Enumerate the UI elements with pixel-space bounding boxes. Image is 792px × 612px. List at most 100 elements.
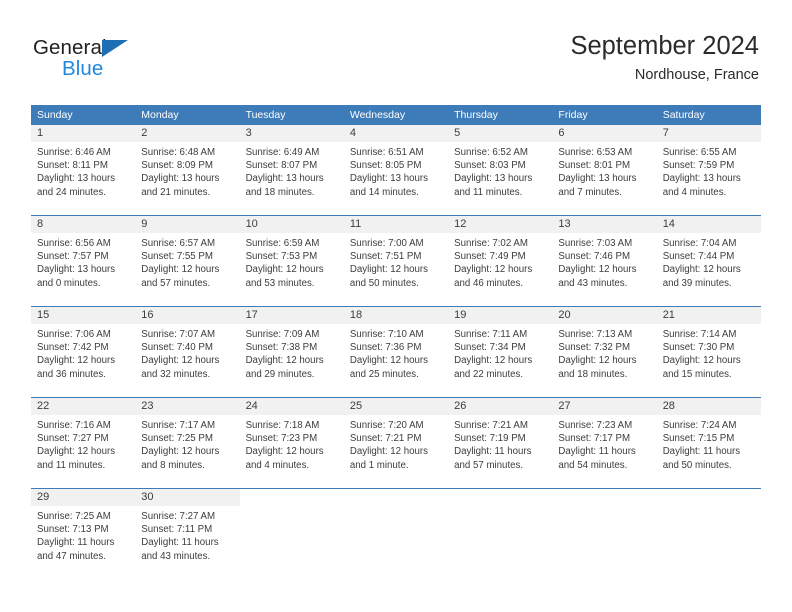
day-details — [657, 506, 761, 510]
calendar-day-cell[interactable]: 1 Sunrise: 6:46 AM Sunset: 8:11 PM Daylight… — [31, 125, 136, 215]
calendar-day-cell[interactable]: 5 Sunrise: 6:52 AM Sunset: 8:03 PM Daylight… — [448, 125, 553, 215]
daylight-text-line1: Daylight: 13 hours — [141, 173, 220, 185]
day-details: Sunrise: 7:11 AM Sunset: 7:34 PM Daylight:… — [448, 324, 552, 381]
calendar-week-row: 8 Sunrise: 6:56 AM Sunset: 7:57 PM Daylight… — [31, 215, 761, 306]
sunrise-text: Sunrise: 6:53 AM — [558, 147, 633, 158]
day-number-band: 7 — [656, 125, 761, 142]
sunset-text: Sunset: 7:17 PM — [558, 433, 631, 445]
calendar-day-cell[interactable]: 2 Sunrise: 6:48 AM Sunset: 8:09 PM Daylight… — [135, 125, 240, 215]
calendar-day-cell[interactable]: 4 Sunrise: 6:51 AM Sunset: 8:05 PM Daylight… — [343, 125, 449, 215]
calendar-day-cell[interactable]: 16 Sunrise: 7:07 AM Sunset: 7:40 PM Dayligh… — [135, 307, 240, 397]
daylight-text-line2: and 14 minutes. — [349, 186, 419, 198]
day-details: Sunrise: 7:14 AM Sunset: 7:30 PM Daylight:… — [657, 324, 761, 381]
daylight-text-line2: and 50 minutes. — [662, 459, 732, 471]
calendar-day-cell[interactable]: 24 Sunrise: 7:18 AM Sunset: 7:23 PM Dayligh… — [239, 398, 344, 488]
day-number: 16 — [141, 309, 154, 321]
daylight-text-line1: Daylight: 13 hours — [37, 264, 116, 276]
daylight-text-line2: and 46 minutes. — [454, 277, 524, 289]
day-number: 29 — [37, 491, 50, 503]
day-number: 12 — [454, 218, 467, 230]
daylight-text-line2: and 24 minutes. — [37, 186, 106, 198]
daylight-text-line1: Daylight: 12 hours — [662, 264, 741, 276]
daylight-text-line1: Daylight: 13 hours — [454, 173, 533, 185]
daylight-text-line1: Daylight: 13 hours — [662, 173, 741, 185]
logo-triangle-icon — [102, 40, 128, 57]
calendar-day-cell[interactable]: 12 Sunrise: 7:02 AM Sunset: 7:49 PM Dayligh… — [448, 216, 553, 306]
day-number: 6 — [558, 127, 565, 139]
sunrise-text: Sunrise: 6:52 AM — [454, 147, 528, 158]
calendar-day-cell[interactable]: 10 Sunrise: 6:59 AM Sunset: 7:53 PM Dayligh… — [239, 216, 344, 306]
day-number-band: 1 — [31, 125, 136, 142]
day-number: 25 — [349, 400, 363, 412]
day-number: 21 — [662, 309, 675, 321]
daylight-text-line1: Daylight: 12 hours — [141, 355, 220, 367]
title-block: September 2024 Nordhouse, France — [570, 32, 759, 85]
calendar-day-cell[interactable]: 3 Sunrise: 6:49 AM Sunset: 8:07 PM Daylight… — [239, 125, 344, 215]
day-number: 3 — [245, 127, 252, 139]
day-number-band: 8 — [31, 216, 136, 233]
sunset-text: Sunset: 8:05 PM — [349, 160, 422, 172]
sunset-text: Sunset: 7:32 PM — [558, 342, 631, 354]
sunset-text: Sunset: 7:42 PM — [37, 342, 109, 354]
calendar-day-cell[interactable]: 7 Sunrise: 6:55 AM Sunset: 7:59 PM Daylight… — [656, 125, 761, 215]
sunrise-text: Sunrise: 7:20 AM — [349, 420, 424, 431]
daylight-text-line2: and 25 minutes. — [349, 368, 419, 380]
day-number-band: 3 — [239, 125, 344, 142]
daylight-text-line1: Daylight: 13 hours — [37, 173, 116, 185]
calendar-day-cell[interactable]: 26 Sunrise: 7:21 AM Sunset: 7:19 PM Dayligh… — [448, 398, 553, 488]
sunrise-text: Sunrise: 6:55 AM — [662, 147, 737, 158]
calendar-day-cell[interactable]: 27 Sunrise: 7:23 AM Sunset: 7:17 PM Dayligh… — [552, 398, 657, 488]
calendar-day-cell[interactable]: 18 Sunrise: 7:10 AM Sunset: 7:36 PM Dayligh… — [343, 307, 449, 397]
day-number-band: 14 — [656, 216, 761, 233]
day-details: Sunrise: 7:27 AM Sunset: 7:11 PM Daylight:… — [135, 506, 239, 563]
calendar-day-cell[interactable]: 19 Sunrise: 7:11 AM Sunset: 7:34 PM Dayligh… — [448, 307, 553, 397]
day-details: Sunrise: 7:21 AM Sunset: 7:19 PM Daylight:… — [448, 415, 552, 472]
day-number: 27 — [558, 400, 571, 412]
calendar-day-cell[interactable]: 20 Sunrise: 7:13 AM Sunset: 7:32 PM Dayligh… — [552, 307, 657, 397]
daylight-text-line1: Daylight: 12 hours — [37, 355, 116, 367]
day-number-band: 17 — [239, 307, 344, 324]
calendar-day-cell[interactable]: 13 Sunrise: 7:03 AM Sunset: 7:46 PM Dayligh… — [552, 216, 657, 306]
day-number: 4 — [349, 127, 356, 139]
weekday-friday: Friday — [558, 109, 588, 121]
daylight-text-line2: and 32 minutes. — [141, 368, 211, 380]
day-number-band: 2 — [135, 125, 240, 142]
day-details: Sunrise: 7:16 AM Sunset: 7:27 PM Daylight:… — [31, 415, 135, 472]
day-details: Sunrise: 6:53 AM Sunset: 8:01 PM Daylight:… — [552, 142, 656, 199]
calendar-day-cell[interactable]: 15 Sunrise: 7:06 AM Sunset: 7:42 PM Dayligh… — [31, 307, 136, 397]
generalblue-logo[interactable]: General Blue — [33, 36, 153, 82]
sunrise-text: Sunrise: 7:25 AM — [37, 511, 111, 522]
calendar-day-cell[interactable]: 30 Sunrise: 7:27 AM Sunset: 7:11 PM Dayligh… — [135, 489, 240, 579]
day-details: Sunrise: 6:55 AM Sunset: 7:59 PM Daylight:… — [657, 142, 761, 199]
calendar-day-cell[interactable]: 17 Sunrise: 7:09 AM Sunset: 7:38 PM Dayligh… — [239, 307, 344, 397]
calendar-day-cell[interactable]: 25 Sunrise: 7:20 AM Sunset: 7:21 PM Dayligh… — [343, 398, 449, 488]
daylight-text-line2: and 22 minutes. — [454, 368, 524, 380]
day-number-band: 11 — [343, 216, 449, 233]
calendar-day-cell[interactable]: 29 Sunrise: 7:25 AM Sunset: 7:13 PM Dayligh… — [31, 489, 136, 579]
calendar-empty-cell — [552, 489, 657, 579]
calendar-day-cell[interactable]: 9 Sunrise: 6:57 AM Sunset: 7:55 PM Daylight… — [135, 216, 240, 306]
sunrise-text: Sunrise: 7:27 AM — [141, 511, 216, 522]
day-number-band: 20 — [552, 307, 657, 324]
logo-text-blue: Blue — [62, 57, 104, 80]
calendar-day-cell[interactable]: 8 Sunrise: 6:56 AM Sunset: 7:57 PM Daylight… — [31, 216, 136, 306]
page-header: General Blue September 2024 Nordhouse, F… — [0, 0, 792, 100]
day-details: Sunrise: 7:10 AM Sunset: 7:36 PM Daylight:… — [344, 324, 448, 381]
calendar-day-cell[interactable]: 6 Sunrise: 6:53 AM Sunset: 8:01 PM Daylight… — [552, 125, 657, 215]
day-details: Sunrise: 7:06 AM Sunset: 7:42 PM Daylight:… — [31, 324, 135, 381]
day-number: 26 — [454, 400, 467, 412]
daylight-text-line2: and 11 minutes. — [37, 459, 106, 471]
calendar-day-cell[interactable]: 21 Sunrise: 7:14 AM Sunset: 7:30 PM Dayligh… — [656, 307, 761, 397]
calendar-day-cell[interactable]: 28 Sunrise: 7:24 AM Sunset: 7:15 PM Dayligh… — [656, 398, 761, 488]
sunset-text: Sunset: 7:34 PM — [454, 342, 526, 354]
calendar-day-cell[interactable]: 23 Sunrise: 7:17 AM Sunset: 7:25 PM Dayligh… — [135, 398, 240, 488]
day-details: Sunrise: 7:13 AM Sunset: 7:32 PM Daylight:… — [552, 324, 656, 381]
calendar-day-cell[interactable]: 14 Sunrise: 7:04 AM Sunset: 7:44 PM Dayligh… — [656, 216, 761, 306]
calendar-empty-cell — [448, 489, 553, 579]
sunset-text: Sunset: 7:11 PM — [141, 524, 213, 536]
calendar-day-cell[interactable]: 11 Sunrise: 7:00 AM Sunset: 7:51 PM Dayligh… — [343, 216, 449, 306]
day-number-band — [552, 489, 657, 506]
day-number: 30 — [141, 491, 154, 503]
calendar-day-cell[interactable]: 22 Sunrise: 7:16 AM Sunset: 7:27 PM Dayligh… — [31, 398, 136, 488]
day-number-band: 26 — [448, 398, 553, 415]
